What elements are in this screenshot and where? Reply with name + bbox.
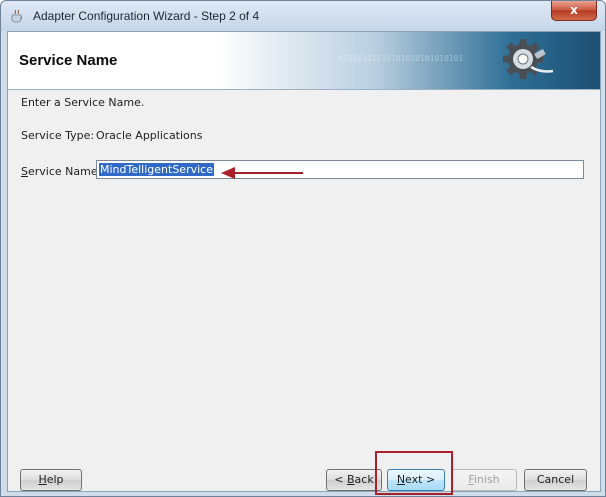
back-button[interactable]: < Back [326,469,382,491]
form-area: Enter a Service Name. Service Type: Orac… [8,90,600,430]
coffee-cup-icon [11,9,23,23]
service-name-label-rest: ervice Name: [27,165,102,178]
back-mnemonic: B [347,473,355,486]
wizard-header-banner: Service Name 01010101010101010101010101 [8,32,600,90]
finish-button[interactable]: Finish [451,469,517,491]
help-label: elp [46,473,64,486]
annotation-arrow-icon [221,167,303,179]
title-bar[interactable]: Adapter Configuration Wizard - Step 2 of… [1,1,605,31]
service-type-label: Service Type: [21,129,95,142]
wizard-client-area: Service Name 01010101010101010101010101 [7,31,601,492]
close-icon: x [570,3,578,17]
wizard-window: Adapter Configuration Wizard - Step 2 of… [0,0,606,497]
help-button[interactable]: Help [20,469,82,491]
back-label: ack [354,473,374,486]
back-prefix: < [334,473,347,486]
page-title: Service Name [19,52,118,69]
instruction-text: Enter a Service Name. [21,96,145,109]
button-bar: Help < Back Next > Finish Cancel [8,430,600,491]
finish-label: inish [473,473,500,486]
window-title: Adapter Configuration Wizard - Step 2 of… [33,9,260,23]
close-button[interactable]: x [551,1,597,21]
service-name-mnemonic: S [21,165,28,178]
binary-decoration: 01010101010101010101010101 [338,54,464,63]
cancel-button[interactable]: Cancel [524,469,587,491]
service-name-value: MindTelligentService [99,163,214,176]
cancel-label: Cancel [536,473,575,486]
service-name-input[interactable]: MindTelligentService [96,160,584,179]
annotation-highlight-box [375,451,453,495]
gear-plug-icon [503,39,554,79]
service-type-value: Oracle Applications [96,129,203,142]
help-mnemonic: H [38,473,47,486]
service-name-label: Service Name: [21,165,101,178]
